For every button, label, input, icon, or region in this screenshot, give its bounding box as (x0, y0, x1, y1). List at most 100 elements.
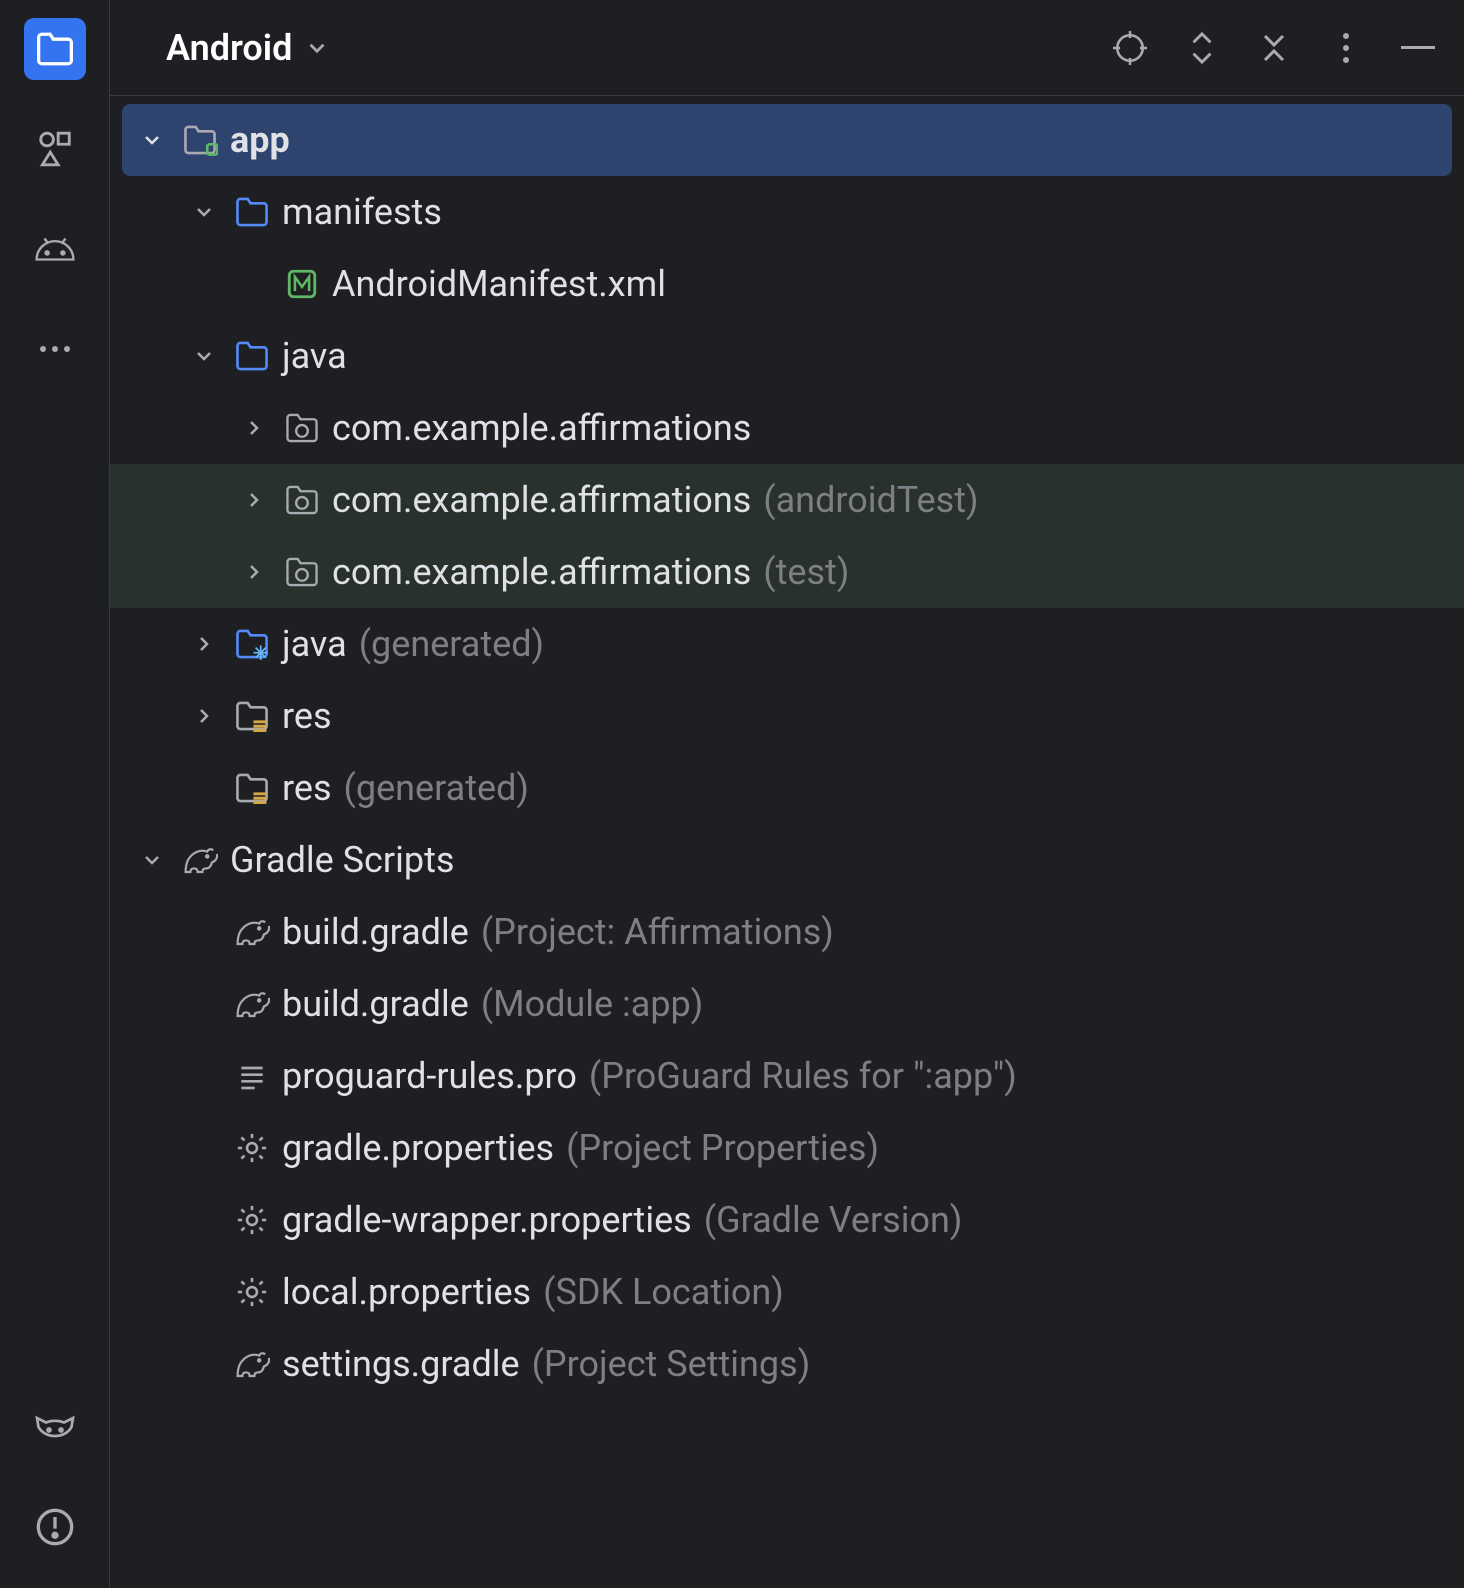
hide-button[interactable] (1400, 30, 1436, 66)
collapse-all-button[interactable] (1256, 30, 1292, 66)
tree-node-label: com.example.affirmations (332, 407, 751, 449)
tree-node-gradle-scripts[interactable]: Gradle Scripts (110, 824, 1464, 896)
folder-icon (234, 194, 270, 230)
package-icon (284, 482, 320, 518)
tree-node-wrapper-properties[interactable]: gradle-wrapper.properties (Gradle Versio… (110, 1184, 1464, 1256)
options-button[interactable] (1328, 30, 1364, 66)
tree-node-qualifier: (generated) (344, 767, 529, 809)
project-view-dropdown[interactable]: Android (166, 27, 330, 69)
chevron-down-icon (304, 35, 330, 61)
gradle-icon (234, 914, 270, 950)
gear-icon (234, 1274, 270, 1310)
tree-node-label: AndroidManifest.xml (332, 263, 666, 305)
tree-node-package-main[interactable]: com.example.affirmations (110, 392, 1464, 464)
tree-node-res[interactable]: res (110, 680, 1464, 752)
module-folder-icon (182, 122, 218, 158)
tree-node-res-generated[interactable]: res (generated) (110, 752, 1464, 824)
chevron-right-icon (190, 630, 218, 658)
tree-node-package-test[interactable]: com.example.affirmations (test) (110, 536, 1464, 608)
android-tool-button[interactable] (24, 218, 86, 280)
folder-icon (234, 338, 270, 374)
tree-node-qualifier: (Project Settings) (532, 1343, 811, 1385)
more-horizontal-icon (37, 344, 73, 354)
tree-node-qualifier: (SDK Location) (543, 1271, 784, 1313)
text-file-icon (234, 1058, 270, 1094)
chevron-down-icon (190, 342, 218, 370)
gradle-icon (182, 842, 218, 878)
tree-node-label: java (282, 335, 347, 377)
chevron-down-icon (138, 846, 166, 874)
project-tool-button[interactable] (24, 18, 86, 80)
tree-node-qualifier: (androidTest) (763, 479, 978, 521)
tree-node-label: manifests (282, 191, 442, 233)
cat-tool-button[interactable] (24, 1396, 86, 1458)
minimize-icon (1401, 46, 1435, 50)
tree-node-build-gradle-module[interactable]: build.gradle (Module :app) (110, 968, 1464, 1040)
project-panel: Android (110, 0, 1464, 1588)
gradle-icon (234, 1346, 270, 1382)
expand-collapse-button[interactable] (1184, 30, 1220, 66)
chevron-right-icon (240, 486, 268, 514)
tree-node-java-generated[interactable]: java (generated) (110, 608, 1464, 680)
shapes-icon (36, 130, 74, 168)
expand-vertical-icon (1188, 31, 1216, 65)
package-icon (284, 554, 320, 590)
tree-node-build-gradle-project[interactable]: build.gradle (Project: Affirmations) (110, 896, 1464, 968)
tree-node-settings-gradle[interactable]: settings.gradle (Project Settings) (110, 1328, 1464, 1400)
chevron-down-icon (138, 126, 166, 154)
tree-node-manifests[interactable]: manifests (110, 176, 1464, 248)
tree-node-manifest-file[interactable]: AndroidManifest.xml (110, 248, 1464, 320)
tree-node-label: app (230, 119, 290, 161)
android-icon (34, 233, 76, 265)
resource-folder-icon (234, 698, 270, 734)
tree-node-package-androidtest[interactable]: com.example.affirmations (androidTest) (110, 464, 1464, 536)
tree-node-qualifier: (Module :app) (481, 983, 703, 1025)
alert-circle-icon (35, 1507, 75, 1547)
chevron-right-icon (190, 702, 218, 730)
tree-node-gradle-properties[interactable]: gradle.properties (Project Properties) (110, 1112, 1464, 1184)
tree-node-app[interactable]: app (122, 104, 1452, 176)
tree-node-label: settings.gradle (282, 1343, 520, 1385)
gear-icon (234, 1202, 270, 1238)
tree-node-label: java (282, 623, 347, 665)
manifest-file-icon (284, 266, 320, 302)
project-tree: app manifests AndroidManifest.xml (110, 96, 1464, 1588)
tree-node-label: gradle.properties (282, 1127, 554, 1169)
tree-node-qualifier: (generated) (359, 623, 544, 665)
problems-tool-button[interactable] (24, 1496, 86, 1558)
tree-node-qualifier: (test) (763, 551, 849, 593)
more-vertical-icon (1341, 31, 1351, 65)
cat-icon (34, 1408, 76, 1446)
tree-node-qualifier: (Project Properties) (566, 1127, 879, 1169)
package-icon (284, 410, 320, 446)
tree-node-label: build.gradle (282, 911, 469, 953)
crosshair-icon (1113, 31, 1147, 65)
tree-node-java[interactable]: java (110, 320, 1464, 392)
project-view-title: Android (166, 27, 292, 69)
gear-icon (234, 1130, 270, 1166)
tree-node-label: com.example.affirmations (332, 551, 751, 593)
project-panel-header: Android (110, 0, 1464, 96)
chevron-right-icon (240, 414, 268, 442)
tree-node-label: build.gradle (282, 983, 469, 1025)
tree-node-qualifier: (Gradle Version) (704, 1199, 963, 1241)
tree-node-proguard[interactable]: proguard-rules.pro (ProGuard Rules for "… (110, 1040, 1464, 1112)
gradle-icon (234, 986, 270, 1022)
tree-node-label: gradle-wrapper.properties (282, 1199, 692, 1241)
tree-node-qualifier: (ProGuard Rules for ":app") (589, 1055, 1017, 1097)
chevron-down-icon (190, 198, 218, 226)
folder-icon (35, 31, 75, 67)
chevron-right-icon (240, 558, 268, 586)
tool-window-rail (0, 0, 110, 1588)
more-tool-button[interactable] (24, 318, 86, 380)
tree-node-label: com.example.affirmations (332, 479, 751, 521)
tree-node-label: res (282, 695, 332, 737)
tree-node-local-properties[interactable]: local.properties (SDK Location) (110, 1256, 1464, 1328)
target-button[interactable] (1112, 30, 1148, 66)
tree-node-label: Gradle Scripts (230, 839, 454, 881)
resource-folder-icon (234, 770, 270, 806)
tree-node-label: proguard-rules.pro (282, 1055, 577, 1097)
structure-tool-button[interactable] (24, 118, 86, 180)
collapse-vertical-icon (1260, 33, 1288, 63)
tree-node-label: res (282, 767, 332, 809)
